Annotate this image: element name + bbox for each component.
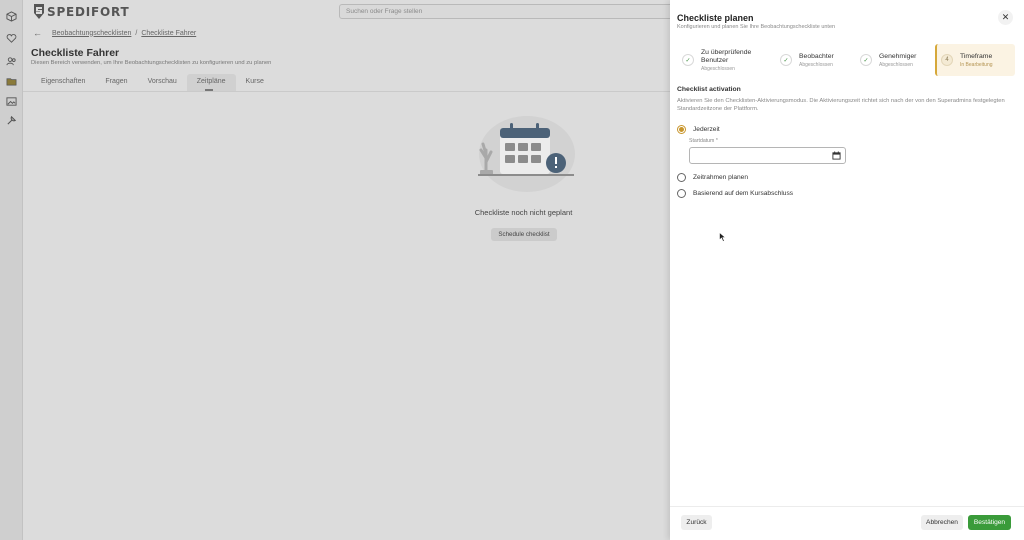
back-button[interactable]: Zurück [681, 515, 712, 530]
start-date-label: Startdatum * [689, 138, 718, 144]
option-jederzeit[interactable]: Jederzeit [677, 125, 720, 134]
logo-shield-icon [34, 4, 44, 19]
tabs-divider [23, 91, 670, 92]
section-title: Checklist activation [677, 86, 741, 93]
tab-kurse[interactable]: Kurse [236, 74, 274, 91]
search-input[interactable]: Suchen oder Frage stellen [339, 4, 679, 19]
tab-fragen[interactable]: Fragen [95, 74, 137, 91]
empty-state-title: Checkliste noch nicht geplant [474, 208, 573, 217]
option-label: Jederzeit [693, 126, 720, 133]
stepper: ✓ Zu überprüfende Benutzer Abgeschlossen… [677, 44, 1017, 76]
folder-icon[interactable] [5, 75, 18, 88]
step-label: Timeframe [960, 52, 993, 60]
image-icon[interactable] [5, 95, 18, 108]
cancel-button[interactable]: Abbrechen [921, 515, 963, 530]
step-label: Zu überprüfende Benutzer [701, 48, 752, 64]
step-users[interactable]: ✓ Zu überprüfende Benutzer Abgeschlossen [682, 44, 772, 76]
drawer-subtitle: Konfigurieren und planen Sie Ihre Beobac… [677, 24, 836, 30]
drawer-title: Checkliste planen [677, 13, 754, 23]
breadcrumb: ← Beobachtungschecklisten / Checkliste F… [33, 28, 196, 38]
breadcrumb-separator: / [135, 29, 138, 37]
schedule-checklist-button[interactable]: Schedule checklist [491, 228, 557, 241]
section-description: Aktivieren Sie den Checklisten-Aktivieru… [677, 98, 1005, 112]
radio-unselected[interactable] [677, 189, 686, 198]
logo-text: SPEDIFORT [47, 4, 130, 19]
page-subtitle: Diesen Bereich verwenden, um Ihre Beobac… [31, 60, 272, 66]
step-state: In Bearbeitung [960, 61, 993, 68]
search-placeholder: Suchen oder Frage stellen [346, 8, 423, 15]
radio-unselected[interactable] [677, 173, 686, 182]
option-label: Zeitrahmen planen [693, 174, 748, 181]
heart-icon[interactable] [5, 32, 18, 45]
tools-icon[interactable] [5, 114, 18, 127]
users-icon[interactable] [5, 55, 18, 68]
breadcrumb-parent[interactable]: Beobachtungschecklisten [52, 30, 131, 37]
option-label: Basierend auf dem Kursabschluss [693, 190, 794, 197]
step-approvers[interactable]: ✓ Genehmiger Abgeschlossen [860, 44, 932, 76]
breadcrumb-current[interactable]: Checkliste Fahrer [141, 30, 196, 37]
tab-bar: Eigenschaften Fragen Vorschau Zeitpläne … [31, 74, 274, 91]
close-icon[interactable]: ✕ [998, 10, 1013, 25]
step-label: Genehmiger [879, 52, 917, 60]
start-date-input[interactable] [689, 147, 846, 164]
step-observers[interactable]: ✓ Beobachter Abgeschlossen [780, 44, 850, 76]
option-kursabschluss[interactable]: Basierend auf dem Kursabschluss [677, 189, 793, 198]
mouse-cursor-icon [719, 232, 727, 242]
radio-selected[interactable] [677, 125, 686, 134]
schedule-drawer: Checkliste planen Konfigurieren und plan… [670, 0, 1024, 540]
step-label: Beobachter [799, 52, 834, 60]
cube-icon[interactable] [5, 10, 18, 23]
check-icon: ✓ [860, 54, 872, 66]
calendar-icon[interactable] [832, 151, 841, 160]
step-timeframe[interactable]: 4 Timeframe In Bearbeitung [935, 44, 1015, 76]
option-zeitrahmen[interactable]: Zeitrahmen planen [677, 173, 748, 182]
app-logo[interactable]: SPEDIFORT [33, 3, 130, 20]
left-rail [0, 0, 23, 540]
calendar-illustration [478, 116, 575, 192]
step-state: Abgeschlossen [701, 65, 735, 72]
page-title: Checkliste Fahrer [31, 47, 120, 59]
tab-eigenschaften[interactable]: Eigenschaften [31, 74, 95, 91]
tab-vorschau[interactable]: Vorschau [138, 74, 187, 91]
confirm-button[interactable]: Bestätigen [968, 515, 1011, 530]
step-state: Abgeschlossen [879, 61, 913, 68]
check-icon: ✓ [682, 54, 694, 66]
step-state: Abgeschlossen [799, 61, 833, 68]
back-arrow-icon[interactable]: ← [33, 28, 42, 38]
check-icon: ✓ [780, 54, 792, 66]
footer-divider [670, 506, 1024, 507]
step-number: 4 [941, 54, 953, 66]
